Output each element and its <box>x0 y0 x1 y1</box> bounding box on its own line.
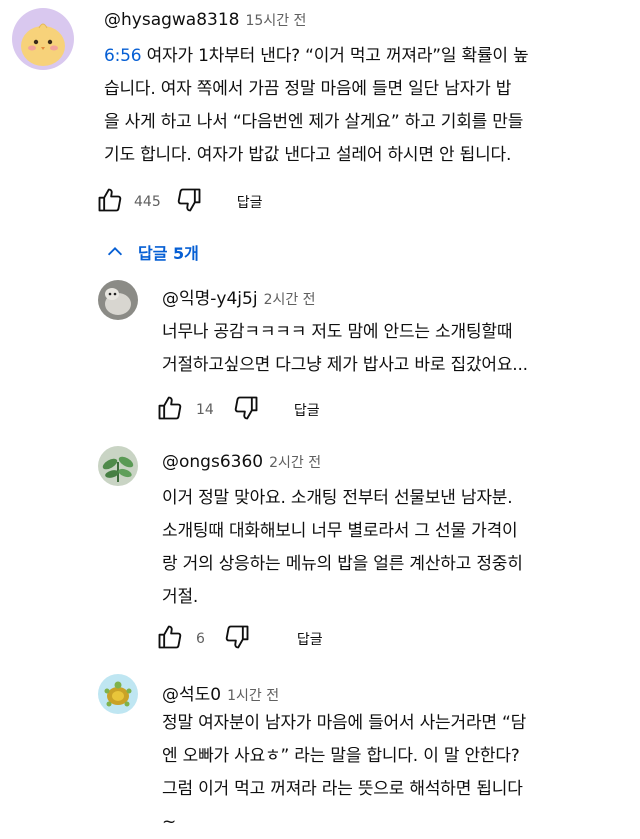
reply-line: 그럼 이거 먹고 꺼져라 라는 뜻으로 해석하면 됩니다 <box>162 779 523 799</box>
reply-actions: 14 답글 <box>156 394 320 426</box>
reply-author[interactable]: @ongs6360 2시간 전 <box>162 452 321 472</box>
like-count: 6 <box>196 631 205 647</box>
thumb-down-icon <box>225 625 249 649</box>
author-handle[interactable]: @ongs6360 <box>162 452 263 472</box>
reply-button[interactable]: 답글 <box>297 629 323 649</box>
reply-line: 너무나 공감ㅋㅋㅋㅋ 저도 맘에 안드는 소개팅할때 <box>162 322 513 342</box>
like-button[interactable] <box>156 623 184 655</box>
thumb-up-icon <box>158 396 182 420</box>
thumb-down-icon <box>177 188 201 212</box>
like-count: 445 <box>134 194 161 210</box>
timestamp-link[interactable]: 6:56 <box>104 46 142 66</box>
author-handle[interactable]: @석도0 <box>162 685 221 705</box>
reply-line: 거절하고싶으면 다그냥 제가 밥사고 바로 집갔어요... <box>162 355 528 375</box>
author-handle[interactable]: @익명-y4j5j <box>162 289 258 309</box>
dislike-button[interactable] <box>232 394 260 426</box>
replies-toggle-label: 답글 5개 <box>138 244 199 263</box>
comment-author[interactable]: @hysagwa8318 15시간 전 <box>104 10 306 30</box>
reply-time[interactable]: 2시간 전 <box>264 292 316 308</box>
reply-line: 소개팅때 대화해보니 너무 별로라서 그 선물 가격이 <box>162 521 518 541</box>
comment-line: 기도 합니다. 여자가 밥값 낸다고 설레어 하시면 안 됩니다. <box>104 145 512 165</box>
reply-time[interactable]: 2시간 전 <box>269 455 321 471</box>
plant-avatar-icon <box>98 446 138 486</box>
reply-body: 너무나 공감ㅋㅋㅋㅋ 저도 맘에 안드는 소개팅할때 거절하고싶으면 다그냥 제… <box>162 316 637 382</box>
comment-body: 6:56 여자가 1차부터 낸다? “이거 먹고 꺼져라”일 확률이 높 습니다… <box>104 40 634 172</box>
comment-line: 을 사게 하고 나서 “다음번엔 제가 살게요” 하고 기회를 만들 <box>104 112 524 132</box>
cat-photo-avatar-icon <box>98 280 138 320</box>
main-comment-actions: 445 답글 <box>96 186 263 218</box>
dislike-button[interactable] <box>223 623 251 655</box>
reply-button[interactable]: 답글 <box>294 400 320 420</box>
chevron-up-icon <box>107 247 123 256</box>
comment-time[interactable]: 15시간 전 <box>246 13 307 29</box>
like-button[interactable] <box>156 394 184 426</box>
comment-line: 습니다. 여자 쪽에서 가끔 정말 마음에 들면 일단 남자가 밥 <box>104 79 512 99</box>
dislike-button[interactable] <box>175 186 203 218</box>
thumb-down-icon <box>234 396 258 420</box>
reply-line: 이거 정말 맞아요. 소개팅 전부터 선물보낸 남자분. <box>162 488 513 508</box>
reply-body: 이거 정말 맞아요. 소개팅 전부터 선물보낸 남자분. 소개팅때 대화해보니 … <box>162 482 637 614</box>
reply-button[interactable]: 답글 <box>237 192 263 212</box>
reply-body: 정말 여자분이 남자가 마음에 들어서 사는거라면 “담 엔 오빠가 사요ㅎ” … <box>162 707 637 839</box>
reply-avatar[interactable] <box>98 674 138 714</box>
comment-line: 6:56 여자가 1차부터 낸다? “이거 먹고 꺼져라”일 확률이 높 <box>104 46 529 66</box>
reply-time[interactable]: 1시간 전 <box>227 688 279 704</box>
like-count: 14 <box>196 402 214 418</box>
author-handle[interactable]: @hysagwa8318 <box>104 10 240 30</box>
reply-line: 엔 오빠가 사요ㅎ” 라는 말을 합니다. 이 말 안한다? <box>162 746 520 766</box>
reply-line: 랑 거의 상응하는 메뉴의 밥을 얼른 계산하고 정중히 <box>162 554 523 574</box>
reply-line: ~ <box>162 812 177 832</box>
main-comment-avatar[interactable] <box>12 8 74 70</box>
reply-author[interactable]: @익명-y4j5j 2시간 전 <box>162 284 316 309</box>
reply-actions: 6 답글 <box>156 623 323 655</box>
reply-line: 정말 여자분이 남자가 마음에 들어서 사는거라면 “담 <box>162 713 527 733</box>
chick-avatar-icon <box>12 8 74 70</box>
turtle-avatar-icon <box>98 674 138 714</box>
like-button[interactable] <box>96 186 124 218</box>
reply-avatar[interactable] <box>98 280 138 320</box>
reply-author[interactable]: @석도0 1시간 전 <box>162 680 279 705</box>
thumb-up-icon <box>158 625 182 649</box>
thumb-up-icon <box>98 188 122 212</box>
reply-line: 거절. <box>162 587 199 607</box>
replies-toggle[interactable]: 답글 5개 <box>104 240 199 264</box>
reply-avatar[interactable] <box>98 446 138 486</box>
